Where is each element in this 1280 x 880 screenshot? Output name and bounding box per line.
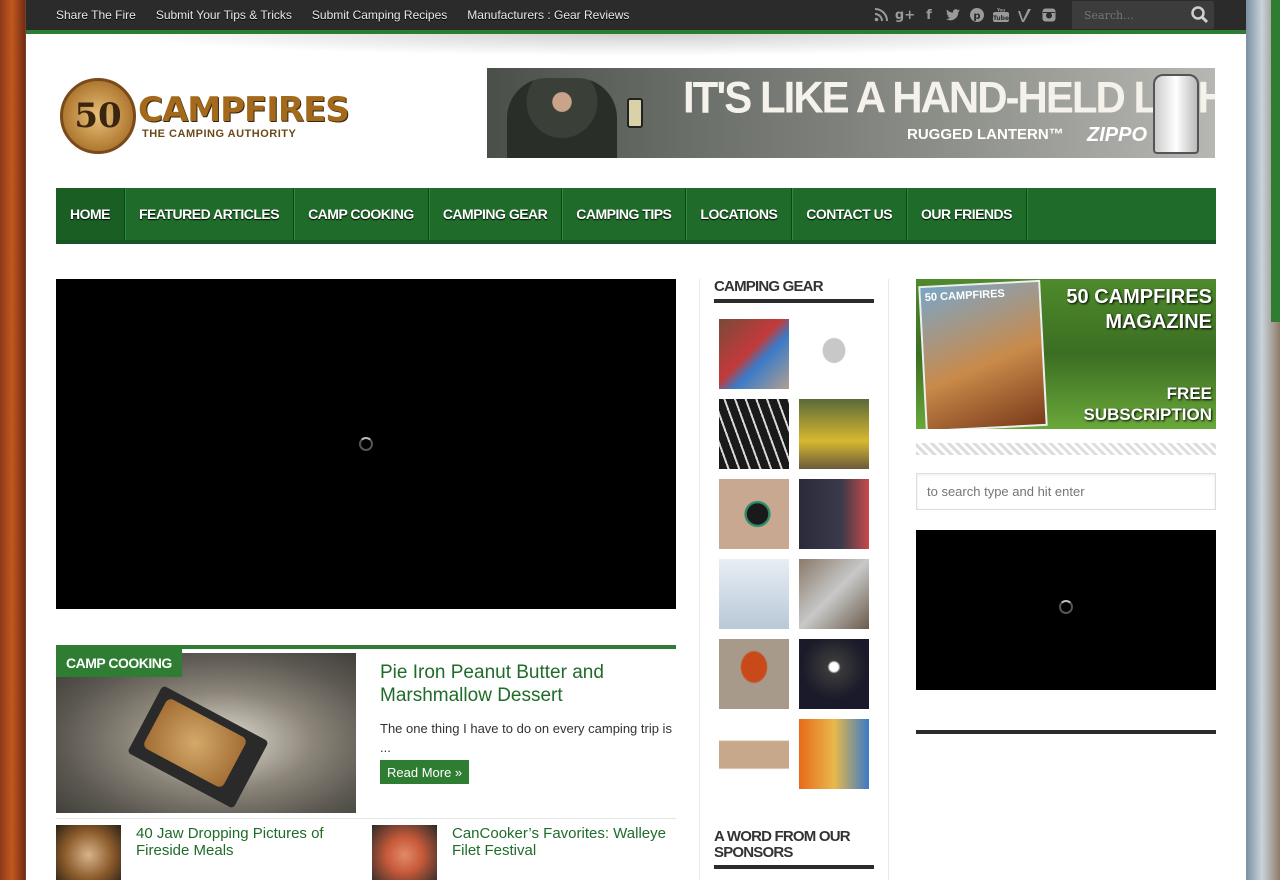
vimeo-icon[interactable] <box>1016 6 1034 24</box>
featured-post: CAMP COOKING Pie Iron Peanut Butter and … <box>56 645 676 813</box>
gear-thumbnail[interactable] <box>799 479 869 549</box>
mini-post-thumbnail[interactable] <box>56 825 121 880</box>
site-logo[interactable]: 50 CAMPFIRES THE CAMPING AUTHORITY <box>58 76 350 156</box>
mini-post: 40 Jaw Dropping Pictures of Fireside Mea… <box>56 825 356 880</box>
google-plus-icon[interactable]: g+ <box>895 6 915 24</box>
gear-thumbnail[interactable] <box>799 319 869 389</box>
youtube-icon[interactable]: You Tube <box>992 6 1010 24</box>
camping-gear-grid <box>719 319 869 789</box>
gear-thumbnail[interactable] <box>719 479 789 549</box>
mini-post-thumbnail[interactable] <box>372 825 437 880</box>
nav-item-home[interactable]: HOME <box>56 188 125 240</box>
main-video-player[interactable] <box>56 279 676 609</box>
gear-thumbnail[interactable] <box>799 559 869 629</box>
top-link-share-the-fire[interactable]: Share The Fire <box>56 8 136 22</box>
featured-post-excerpt: The one thing I have to do on every camp… <box>380 721 672 755</box>
featured-post-thumbnail[interactable] <box>56 653 356 813</box>
pinterest-icon[interactable]: p <box>968 6 986 24</box>
gear-thumbnail[interactable] <box>799 719 869 789</box>
loading-spinner-icon <box>359 437 373 451</box>
gear-thumbnail[interactable] <box>719 719 789 789</box>
magazine-cover-image: 50 CAMPFIRES <box>918 279 1048 429</box>
camping-gear-widget-title: CAMPING GEAR <box>714 279 874 303</box>
sponsors-widget-title: A WORD FROM OUR SPONSORS <box>714 829 874 869</box>
banner-person-image <box>507 78 617 158</box>
sidebar-divider <box>916 730 1216 734</box>
svg-text:Tube: Tube <box>993 15 1009 22</box>
twitter-icon[interactable] <box>944 6 962 24</box>
logo-tagline: THE CAMPING AUTHORITY <box>142 128 297 140</box>
nav-item-locations[interactable]: LOCATIONS <box>686 188 793 240</box>
nav-item-camping-gear[interactable]: CAMPING GEAR <box>429 188 563 240</box>
sidebar-search-input[interactable] <box>916 473 1216 510</box>
column-separator <box>888 279 889 880</box>
banner-headline: IT'S LIKE A HAND-HELD LIGHTHOUSE. <box>683 72 1215 123</box>
nav-item-camping-tips[interactable]: CAMPING TIPS <box>562 188 687 240</box>
banner-brand: ZIPPO <box>1087 124 1148 146</box>
gear-thumbnail[interactable] <box>719 319 789 389</box>
nav-item-our-friends[interactable]: OUR FRIENDS <box>907 188 1027 240</box>
gear-thumbnail[interactable] <box>719 399 789 469</box>
top-search <box>1072 1 1214 29</box>
nav-item-featured-articles[interactable]: FEATURED ARTICLES <box>125 188 295 240</box>
mini-post: CanCooker’s Favorites: Walleye Filet Fes… <box>372 825 672 880</box>
nav-item-camp-cooking[interactable]: CAMP COOKING <box>294 188 429 240</box>
page-frame: Share The Fire Submit Your Tips & Tricks… <box>26 0 1246 880</box>
gear-thumbnail[interactable] <box>719 559 789 629</box>
read-more-button[interactable]: Read More » <box>380 760 470 784</box>
magazine-title: 50 CAMPFIRES MAGAZINE <box>1066 286 1212 333</box>
column-separator <box>699 279 700 880</box>
loading-spinner-icon <box>1059 600 1073 614</box>
banner-small-lantern <box>627 98 643 128</box>
magazine-cover-title: 50 CAMPFIRES <box>924 287 1006 304</box>
nav-item-contact-us[interactable]: CONTACT US <box>792 188 908 240</box>
top-link-gear-reviews[interactable]: Manufacturers : Gear Reviews <box>467 8 629 22</box>
banner-lantern-image <box>1153 74 1199 154</box>
featured-post-title[interactable]: Pie Iron Peanut Butter and Marshmallow D… <box>380 661 670 707</box>
top-link-submit-recipes[interactable]: Submit Camping Recipes <box>312 8 447 22</box>
magazine-subscribe-text: FREE SUBSCRIPTION <box>1083 384 1212 424</box>
header-ad-banner[interactable]: IT'S LIKE A HAND-HELD LIGHTHOUSE. RUGGED… <box>487 68 1215 158</box>
page-scrollbar[interactable] <box>1271 0 1280 322</box>
social-icons: g+ f p You Tube <box>872 6 1058 24</box>
logo-name: CAMPFIRES <box>138 90 350 130</box>
gear-thumbnail[interactable] <box>799 399 869 469</box>
gear-thumbnail[interactable] <box>719 639 789 709</box>
svg-text:p: p <box>973 11 980 22</box>
svg-text:You: You <box>996 8 1005 13</box>
gear-thumbnail[interactable] <box>799 639 869 709</box>
sidebar-divider-stripes <box>916 443 1216 455</box>
search-icon[interactable] <box>1190 5 1210 25</box>
rss-icon[interactable] <box>872 6 890 24</box>
magazine-ad[interactable]: 50 CAMPFIRES 50 CAMPFIRES MAGAZINE FREE … <box>916 279 1216 429</box>
instagram-icon[interactable] <box>1040 6 1058 24</box>
featured-category-label[interactable]: CAMP COOKING <box>56 649 182 677</box>
post-divider <box>56 818 676 819</box>
mini-post-title[interactable]: 40 Jaw Dropping Pictures of Fireside Mea… <box>136 825 356 859</box>
top-search-input[interactable] <box>1072 1 1182 29</box>
top-link-submit-tips[interactable]: Submit Your Tips & Tricks <box>156 8 292 22</box>
mini-post-title[interactable]: CanCooker’s Favorites: Walleye Filet Fes… <box>452 825 672 859</box>
main-nav: HOME FEATURED ARTICLES CAMP COOKING CAMP… <box>56 188 1216 244</box>
top-links: Share The Fire Submit Your Tips & Tricks… <box>56 0 649 30</box>
header-shadow <box>106 34 1166 56</box>
top-bar: Share The Fire Submit Your Tips & Tricks… <box>26 0 1246 30</box>
sidebar-video-player[interactable] <box>916 530 1216 690</box>
banner-subtitle: RUGGED LANTERN™ <box>907 126 1064 143</box>
logo-badge: 50 <box>60 78 136 154</box>
facebook-icon[interactable]: f <box>920 6 938 24</box>
